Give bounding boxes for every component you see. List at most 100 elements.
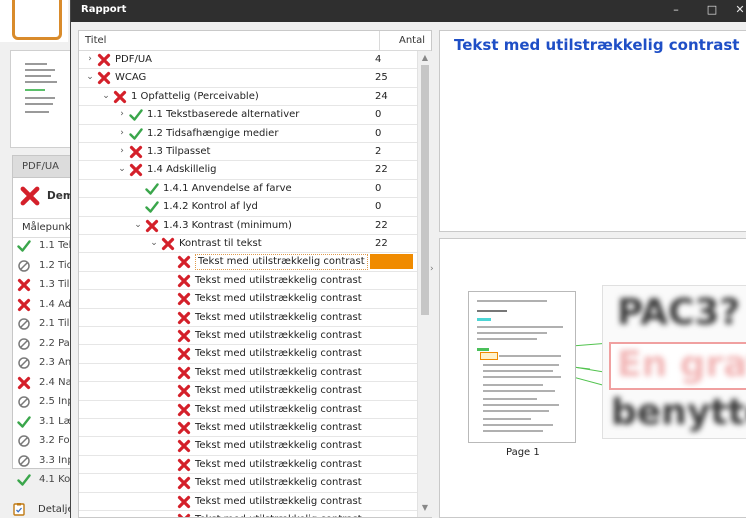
- tree-row-label: Tekst med utilstrækkelig contrast: [195, 514, 362, 517]
- fail-cross-icon: [177, 495, 191, 509]
- tree-row[interactable]: Tekst med utilstrækkelig contrast: [79, 474, 417, 493]
- tree-row[interactable]: Tekst med utilstrækkelig contrast: [79, 456, 417, 475]
- tree-row-label: Tekst med utilstrækkelig contrast: [195, 366, 362, 378]
- count-bar: [370, 254, 413, 270]
- chevron-right-icon[interactable]: ›: [117, 109, 127, 119]
- tree-row[interactable]: ⌄ 1 Opfattelig (Perceivable) 24: [79, 88, 417, 107]
- checkpoint-row[interactable]: 4.1 Kon: [13, 470, 77, 490]
- chevron-right-icon[interactable]: ›: [117, 146, 127, 156]
- chevron-down-icon[interactable]: ⌄: [133, 220, 143, 230]
- minimize-button[interactable]: –: [658, 0, 694, 22]
- chevron-down-icon[interactable]: ⌄: [117, 164, 127, 174]
- details-button[interactable]: Detalje: [12, 500, 74, 518]
- checkpoint-row[interactable]: 1.4 Ads: [13, 295, 76, 315]
- report-dialog: Rapport – □ ✕ Titel Antal › PDF/UA 4 ⌄ WCAG 2…: [70, 0, 746, 518]
- column-header-count[interactable]: Antal: [399, 35, 425, 46]
- tree-row[interactable]: Tekst med utilstrækkelig contrast: [79, 511, 417, 517]
- column-header-checkpoint[interactable]: Målepunkt: [13, 218, 75, 238]
- tree-row[interactable]: 1.4.1 Anvendelse af farve 0: [79, 180, 417, 199]
- checkpoint-row[interactable]: 2.4 Nav: [13, 373, 78, 393]
- tree-row[interactable]: Tekst med utilstrækkelig contrast: [79, 253, 417, 272]
- page-thumbnail[interactable]: [468, 291, 576, 443]
- fail-cross-icon: [113, 90, 127, 104]
- chevron-down-icon[interactable]: ⌄: [101, 91, 111, 101]
- tree-row[interactable]: › 1.1 Tekstbaserede alternativer 0: [79, 106, 417, 125]
- tree-row[interactable]: ⌄ WCAG 25: [79, 69, 417, 88]
- tree-row[interactable]: › 1.3 Tilpasset 2: [79, 143, 417, 162]
- tree-row-label: Kontrast til tekst: [179, 238, 262, 249]
- checkpoint-row[interactable]: 2.5 Inp: [13, 392, 74, 412]
- tree-row-count: 4: [375, 54, 382, 65]
- tree-row[interactable]: ⌄ Kontrast til tekst 22: [79, 235, 417, 254]
- tree-row-label: WCAG: [115, 72, 147, 84]
- chevron-right-icon[interactable]: ›: [117, 128, 127, 138]
- details-button-label: Detalje: [38, 504, 74, 515]
- tree-row[interactable]: › PDF/UA 4: [79, 51, 417, 70]
- scrollbar-thumb[interactable]: [421, 65, 429, 315]
- fail-cross-icon: [20, 186, 40, 206]
- chevron-down-icon[interactable]: ⌄: [85, 72, 95, 82]
- checkpoint-label: 2.5 Inp: [39, 396, 74, 407]
- tree-row-label: 1.2 Tidsafhængige medier: [147, 127, 279, 139]
- checkpoint-row[interactable]: 2.2 Pas: [13, 334, 75, 354]
- checkpoint-row[interactable]: 1.2 Tids: [13, 256, 78, 276]
- checkpoint-row[interactable]: 3.2 For: [13, 431, 74, 451]
- fail-cross-icon: [17, 298, 31, 312]
- tree-row[interactable]: ⌄ 1.4 Adskillelig 22: [79, 161, 417, 180]
- fail-cross-icon: [177, 255, 191, 269]
- tree-row[interactable]: Tekst med utilstrækkelig contrast: [79, 327, 417, 346]
- close-button[interactable]: ✕: [730, 0, 746, 22]
- tree-row-count: 22: [375, 238, 388, 249]
- tree-row[interactable]: Tekst med utilstrækkelig contrast: [79, 272, 417, 291]
- not-applicable-icon: [17, 259, 31, 273]
- tree-row-label: Tekst med utilstrækkelig contrast: [195, 403, 362, 415]
- document-thumbnail[interactable]: [10, 50, 72, 148]
- pass-check-icon: [17, 415, 31, 429]
- tree-row-count: 24: [375, 90, 388, 102]
- zoom-preview: PAC3? En gratis benytter: [602, 285, 746, 439]
- chevron-down-icon[interactable]: ⌄: [149, 238, 159, 248]
- tree-row-label: Tekst med utilstrækkelig contrast: [195, 477, 362, 489]
- chevron-right-icon[interactable]: ›: [430, 264, 434, 274]
- pass-check-icon: [129, 108, 143, 122]
- tree-row[interactable]: Tekst med utilstrækkelig contrast: [79, 382, 417, 401]
- fail-cross-icon: [129, 145, 143, 159]
- tree-row[interactable]: Tekst med utilstrækkelig contrast: [79, 345, 417, 364]
- checkpoint-row[interactable]: 2.3 Anf: [13, 353, 75, 373]
- tree-row[interactable]: Tekst med utilstrækkelig contrast: [79, 401, 417, 419]
- page-highlight-box[interactable]: [480, 352, 498, 360]
- page-marker-cyan: [477, 318, 491, 321]
- column-header-label: Målepunkt: [22, 222, 75, 233]
- checkpoint-row[interactable]: 3.3 Inp: [13, 451, 74, 471]
- tree-row[interactable]: Tekst med utilstrækkelig contrast: [79, 437, 417, 456]
- tree-row-label: Tekst med utilstrækkelig contrast: [195, 254, 368, 271]
- panel-splitter[interactable]: ›: [430, 30, 438, 516]
- checkpoint-row[interactable]: 1.3 Tilp: [13, 275, 76, 295]
- tab-pdfua[interactable]: PDF/UA: [12, 155, 72, 178]
- zoom-word-3: benytter: [611, 392, 746, 433]
- dialog-titlebar[interactable]: Rapport – □ ✕: [71, 0, 746, 22]
- maximize-button[interactable]: □: [694, 0, 730, 22]
- tree-row[interactable]: 1.4.2 Kontrol af lyd 0: [79, 198, 417, 217]
- tree-row[interactable]: Tekst med utilstrækkelig contrast: [79, 419, 417, 438]
- tree-row[interactable]: Tekst med utilstrækkelig contrast: [79, 493, 417, 511]
- tree-row[interactable]: › 1.2 Tidsafhængige medier 0: [79, 125, 417, 143]
- column-divider[interactable]: [379, 31, 380, 50]
- tree-row-label: Tekst med utilstrækkelig contrast: [195, 293, 362, 305]
- tree-row-count: 2: [375, 146, 382, 157]
- checkpoint-row[interactable]: 3.1 Læ: [13, 412, 73, 432]
- tree-row-label: 1.1 Tekstbaserede alternativer: [147, 109, 300, 121]
- checkpoint-panel: Dem Målepunkt 1.1 Tek 1.2 Tids 1.3 Tilp 1.4…: [12, 177, 78, 486]
- fail-cross-icon: [17, 278, 31, 292]
- checkpoint-row[interactable]: 2.1 Tilg: [13, 314, 76, 334]
- column-header-title[interactable]: Titel: [85, 35, 106, 46]
- tree-header: Titel Antal: [79, 31, 431, 51]
- tree-row[interactable]: Tekst med utilstrækkelig contrast: [79, 290, 417, 309]
- tree-row-label: Tekst med utilstrækkelig contrast: [195, 385, 362, 397]
- chevron-right-icon[interactable]: ›: [85, 54, 95, 64]
- fail-cross-icon: [177, 513, 191, 517]
- tree-row[interactable]: Tekst med utilstrækkelig contrast: [79, 309, 417, 327]
- tree-row[interactable]: Tekst med utilstrækkelig contrast: [79, 364, 417, 383]
- tree-row[interactable]: ⌄ 1.4.3 Kontrast (minimum) 22: [79, 217, 417, 235]
- checkpoint-row[interactable]: 1.1 Tek: [13, 236, 74, 256]
